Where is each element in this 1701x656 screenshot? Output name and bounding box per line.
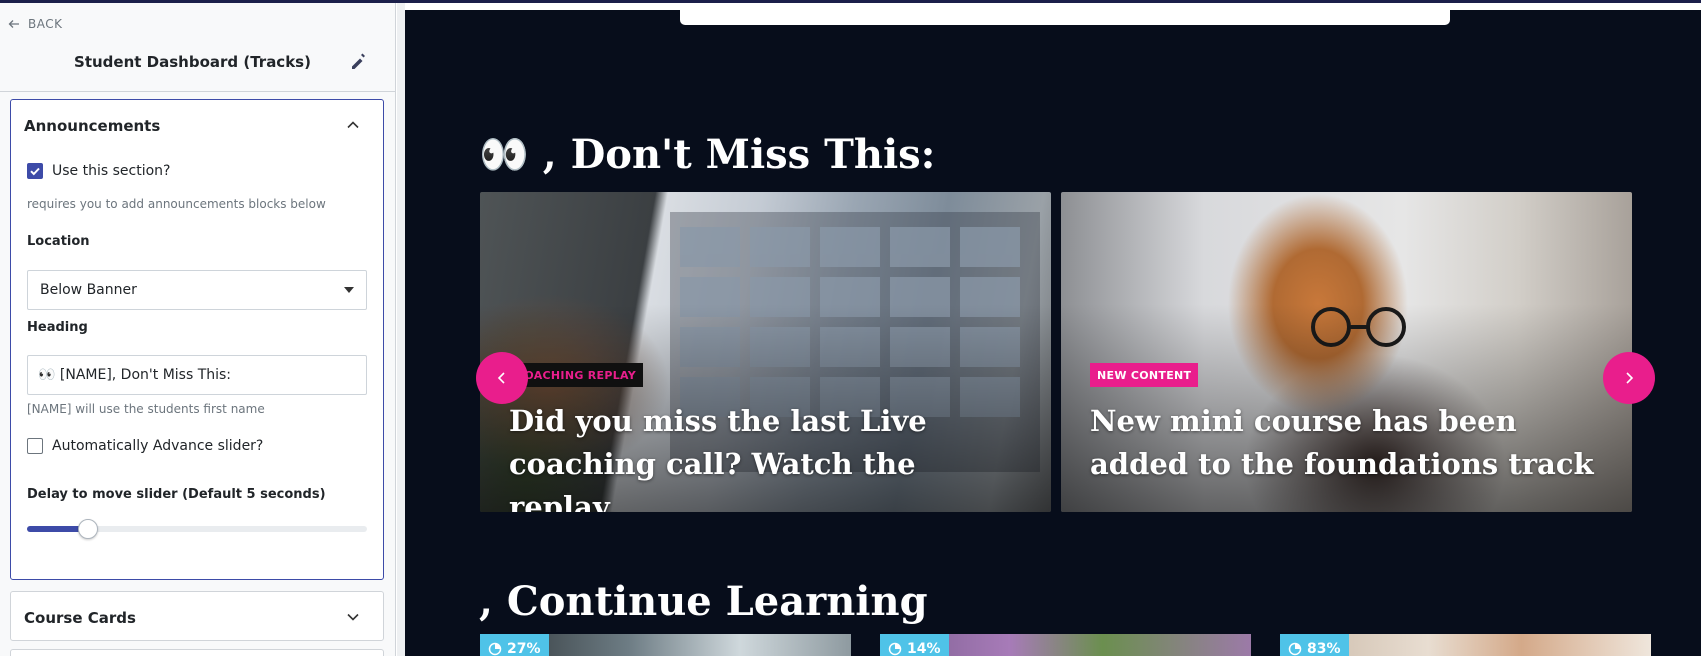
use-section-checkbox[interactable] (27, 163, 43, 179)
use-section-checkbox-row[interactable]: Use this section? (27, 163, 170, 179)
back-link[interactable]: BACK (8, 17, 62, 31)
delay-slider-thumb[interactable] (78, 519, 99, 539)
course-card[interactable]: 27% (480, 634, 851, 656)
progress-badge: 27% (480, 634, 549, 656)
dashboard-preview: 👀 , Don't Miss This: COACHING REPLAY Did… (405, 10, 1701, 656)
chevron-left-icon (497, 372, 505, 384)
pie-progress-icon (488, 642, 502, 656)
heading-label: Heading (27, 320, 88, 335)
location-value: Below Banner (40, 282, 137, 298)
course-card[interactable]: 14% (880, 634, 1251, 656)
course-cards-panel[interactable]: Course Cards (10, 591, 384, 641)
progress-badge: 83% (1280, 634, 1349, 656)
pencil-icon[interactable] (350, 53, 368, 71)
progress-value: 83% (1307, 641, 1341, 656)
announcements-header[interactable]: Announcements (24, 117, 160, 135)
announcements-panel: Announcements Use this section? requires… (10, 99, 384, 580)
pie-progress-icon (888, 642, 902, 656)
heading-help: [NAME] will use the students first name (27, 402, 265, 416)
announcement-slide[interactable]: NEW CONTENT New mini course has been add… (1061, 192, 1632, 512)
course-card[interactable]: 83% (1280, 634, 1651, 656)
settings-sidebar: BACK Student Dashboard (Tracks) Announce… (0, 3, 396, 656)
delay-label: Delay to move slider (Default 5 seconds) (27, 487, 326, 502)
chevron-up-icon[interactable] (346, 118, 360, 132)
location-select[interactable]: Below Banner (27, 270, 367, 310)
check-icon (30, 167, 40, 176)
progress-badge: 14% (880, 634, 949, 656)
auto-advance-label: Automatically Advance slider? (52, 438, 264, 454)
next-panel[interactable] (10, 649, 384, 656)
slider-next-button[interactable] (1603, 352, 1655, 404)
caret-down-icon (344, 287, 354, 293)
slide-tag: COACHING REPLAY (509, 363, 644, 387)
sidebar-title: Student Dashboard (Tracks) (74, 53, 311, 71)
progress-value: 14% (907, 641, 941, 656)
continue-learning-heading: , Continue Learning (479, 578, 928, 625)
slide-title: New mini course has been added to the fo… (1090, 404, 1594, 481)
preview-gutter (397, 3, 405, 656)
pie-progress-icon (1288, 642, 1302, 656)
arrow-left-icon (8, 20, 19, 28)
announcements-heading: 👀 , Don't Miss This: (479, 131, 936, 178)
use-section-label: Use this section? (52, 163, 171, 179)
slide-tag: NEW CONTENT (1090, 363, 1199, 387)
announcement-slide[interactable]: COACHING REPLAY Did you miss the last Li… (480, 192, 1051, 512)
location-label: Location (27, 234, 90, 249)
back-label: BACK (28, 17, 63, 31)
chevron-right-icon (1626, 372, 1634, 384)
slide-title: Did you miss the last Live coaching call… (509, 404, 927, 512)
chevron-down-icon[interactable] (346, 610, 360, 624)
heading-input[interactable] (27, 355, 367, 395)
progress-value: 27% (507, 641, 541, 656)
use-section-help: requires you to add announcements blocks… (27, 197, 326, 211)
previous-section-card (680, 10, 1450, 25)
sidebar-divider (0, 91, 395, 92)
slider-prev-button[interactable] (476, 352, 528, 404)
course-cards-header: Course Cards (24, 609, 136, 627)
delay-slider[interactable] (27, 519, 367, 539)
auto-advance-checkbox[interactable] (27, 438, 43, 454)
auto-advance-checkbox-row[interactable]: Automatically Advance slider? (27, 438, 263, 454)
